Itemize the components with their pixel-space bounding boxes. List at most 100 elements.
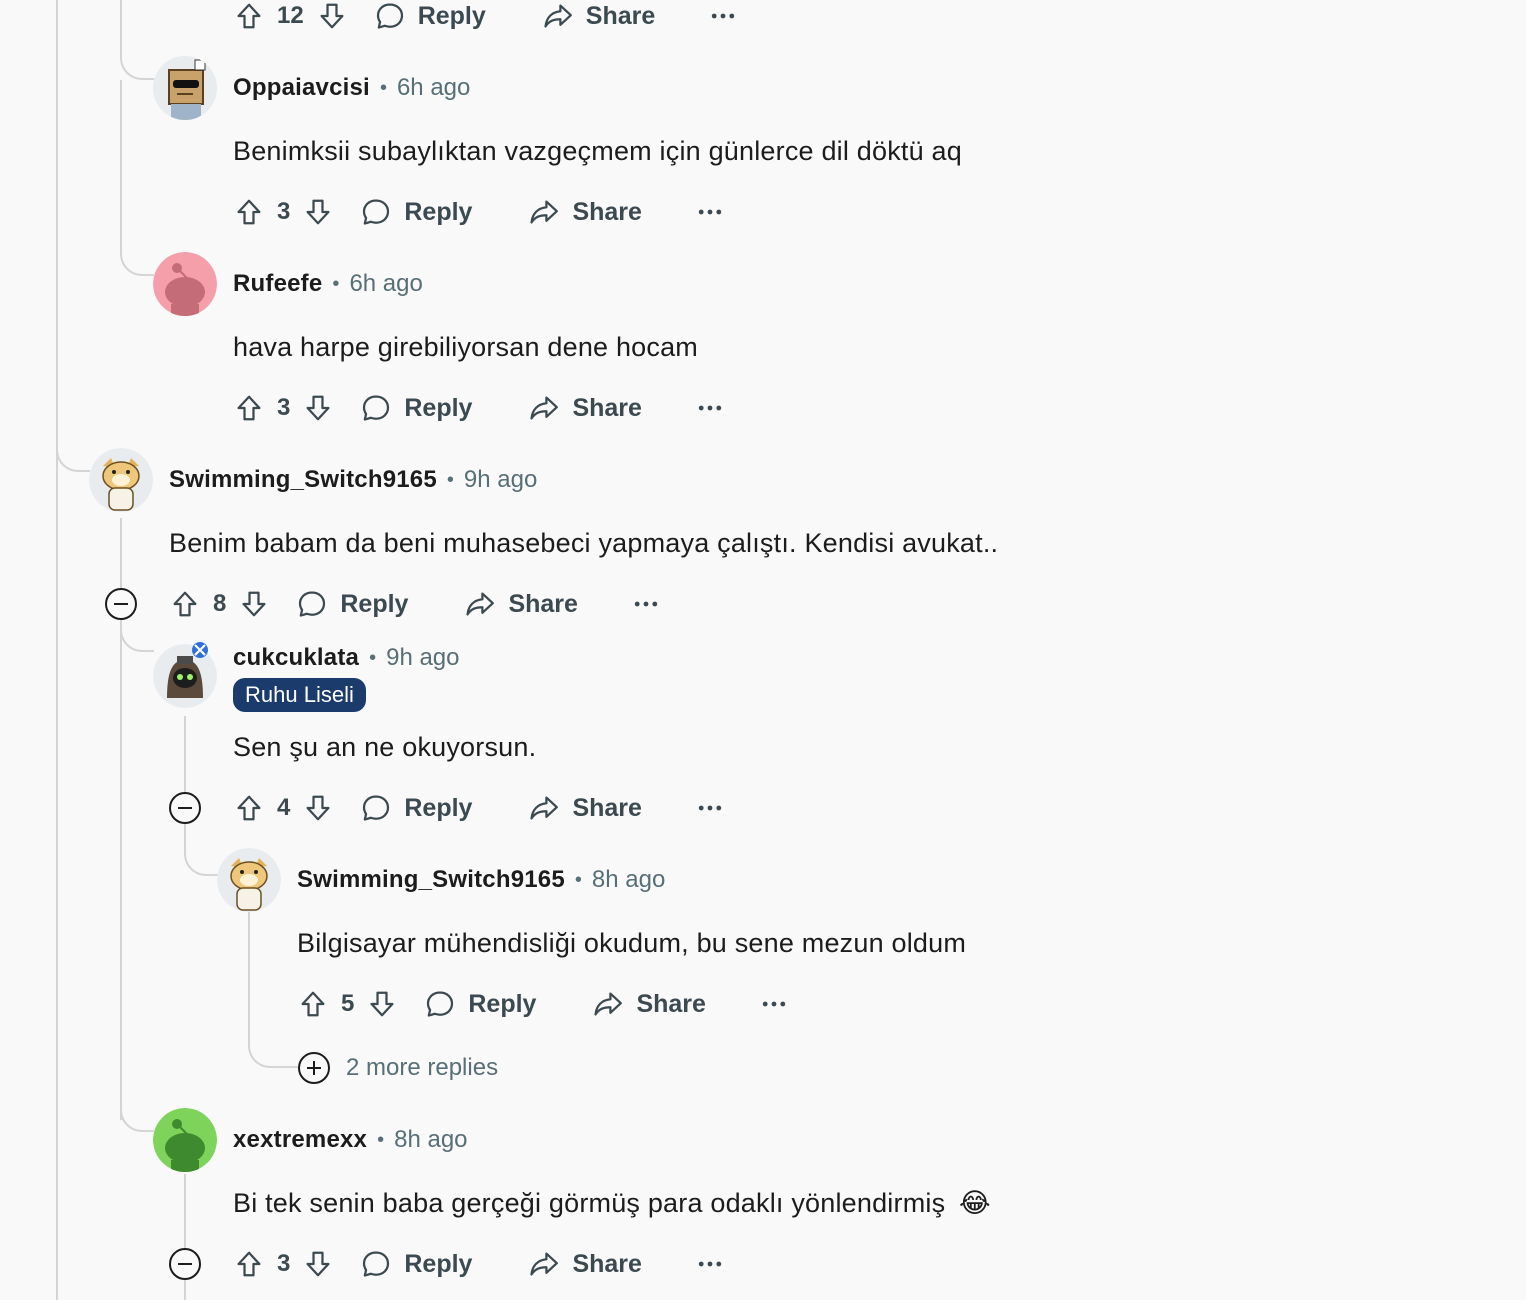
collapse-thread-button[interactable]	[105, 588, 137, 620]
upvote-button[interactable]	[231, 0, 267, 34]
share-button[interactable]: Share	[464, 588, 578, 620]
comment-actions: 12 Reply Share	[231, 0, 743, 36]
thread-line-level3-a	[248, 912, 250, 1032]
more-replies-button[interactable]: 2 more replies	[298, 1052, 498, 1084]
ellipsis-icon	[712, 13, 735, 19]
author-name[interactable]: xextremexx	[233, 1126, 367, 1154]
more-options-button[interactable]	[690, 194, 730, 230]
arrow-up-icon	[237, 795, 261, 821]
avatar[interactable]	[217, 848, 281, 912]
arrow-up-icon	[173, 591, 197, 617]
speech-bubble-icon	[363, 795, 390, 821]
comment-meta: cukcuklata • 9h ago	[233, 642, 460, 674]
more-options-button[interactable]	[754, 986, 794, 1022]
more-replies-label: 2 more replies	[346, 1054, 499, 1081]
reply-button[interactable]: Reply	[360, 392, 472, 424]
timestamp[interactable]: 9h ago	[464, 466, 537, 494]
downvote-button[interactable]	[236, 586, 272, 622]
comment-body: Bilgisayar mühendisliği okudum, bu sene …	[297, 928, 967, 958]
more-options-button[interactable]	[690, 1246, 730, 1282]
share-button[interactable]: Share	[528, 392, 642, 424]
comment-body: Benim babam da beni muhasebeci yapmaya ç…	[169, 528, 999, 558]
share-button[interactable]: Share	[528, 1248, 642, 1280]
author-name[interactable]: Rufeefe	[233, 270, 322, 298]
reply-button[interactable]: Reply	[424, 988, 536, 1020]
upvote-button[interactable]	[231, 1246, 267, 1282]
avatar[interactable]	[153, 56, 217, 120]
share-label: Share	[572, 1249, 642, 1278]
timestamp[interactable]: 8h ago	[394, 1126, 467, 1154]
downvote-button[interactable]	[300, 790, 336, 826]
cardboard-box-sunglasses-icon	[153, 56, 217, 120]
share-arrow-icon	[530, 396, 559, 420]
collapse-thread-button[interactable]	[169, 1248, 201, 1280]
downvote-button[interactable]	[364, 986, 400, 1022]
speech-bubble-icon	[427, 991, 454, 1017]
doge-snoo-icon	[89, 448, 153, 512]
arrow-down-icon	[306, 795, 330, 821]
ellipsis-icon	[698, 405, 722, 411]
share-arrow-icon	[466, 592, 495, 616]
downvote-button[interactable]	[300, 194, 336, 230]
upvote-button[interactable]	[231, 194, 267, 230]
avatar[interactable]	[89, 448, 153, 512]
downvote-button[interactable]	[300, 1246, 336, 1282]
minus-icon	[178, 1263, 192, 1265]
reply-button[interactable]: Reply	[296, 588, 408, 620]
more-options-button[interactable]	[703, 0, 743, 34]
share-button[interactable]: Share	[528, 196, 642, 228]
reply-button[interactable]: Reply	[360, 792, 472, 824]
more-options-button[interactable]	[626, 586, 666, 622]
speech-bubble-icon	[376, 3, 403, 29]
timestamp[interactable]: 6h ago	[397, 74, 470, 102]
comment-text: Bi tek senin baba gerçeği görmüş para od…	[233, 1188, 946, 1218]
comment-actions: 5 Reply Share	[295, 984, 794, 1024]
more-options-button[interactable]	[690, 390, 730, 426]
author-name[interactable]: Swimming_Switch9165	[169, 466, 437, 494]
upvote-button[interactable]	[231, 390, 267, 426]
reply-button[interactable]: Reply	[360, 196, 472, 228]
timestamp[interactable]: 8h ago	[592, 866, 665, 894]
thread-line-root	[56, 0, 58, 1300]
comment-meta: Swimming_Switch9165 • 9h ago	[169, 464, 537, 496]
thread-connector	[120, 622, 154, 652]
share-button[interactable]: Share	[528, 792, 642, 824]
arrow-down-icon	[306, 199, 330, 225]
avatar[interactable]	[153, 1108, 217, 1172]
speech-bubble-icon	[363, 199, 390, 225]
share-button[interactable]: Share	[592, 988, 706, 1020]
share-label: Share	[572, 197, 642, 226]
share-button[interactable]: Share	[542, 0, 655, 32]
reply-label: Reply	[340, 589, 409, 618]
share-label: Share	[572, 393, 642, 422]
comment-actions: 3 Reply Share	[231, 1244, 730, 1284]
downvote-button[interactable]	[300, 390, 336, 426]
reply-label: Reply	[417, 1, 486, 30]
collapse-thread-button[interactable]	[169, 792, 201, 824]
upvote-button[interactable]	[167, 586, 203, 622]
timestamp[interactable]: 6h ago	[349, 270, 422, 298]
reply-button[interactable]: Reply	[360, 1248, 472, 1280]
arrow-down-icon	[306, 1251, 330, 1277]
comment-actions: 3 Reply Share	[231, 388, 730, 428]
avatar[interactable]	[153, 252, 217, 316]
upvote-button[interactable]	[295, 986, 331, 1022]
timestamp[interactable]: 9h ago	[386, 644, 459, 672]
vote-count: 8	[213, 590, 227, 617]
ellipsis-icon	[762, 1001, 786, 1007]
reply-button[interactable]: Reply	[374, 0, 486, 32]
more-options-button[interactable]	[690, 790, 730, 826]
expand-icon	[298, 1052, 330, 1084]
minus-icon	[178, 807, 192, 809]
share-arrow-icon	[530, 796, 559, 820]
ellipsis-icon	[698, 805, 722, 811]
comment-meta: Rufeefe • 6h ago	[233, 268, 423, 300]
downvote-button[interactable]	[314, 0, 350, 34]
author-name[interactable]: cukcuklata	[233, 644, 359, 672]
author-name[interactable]: Oppaiavcisi	[233, 74, 370, 102]
upvote-button[interactable]	[231, 790, 267, 826]
minus-icon	[114, 603, 128, 605]
author-name[interactable]: Swimming_Switch9165	[297, 866, 565, 894]
thread-connector	[184, 824, 218, 876]
share-label: Share	[572, 793, 642, 822]
